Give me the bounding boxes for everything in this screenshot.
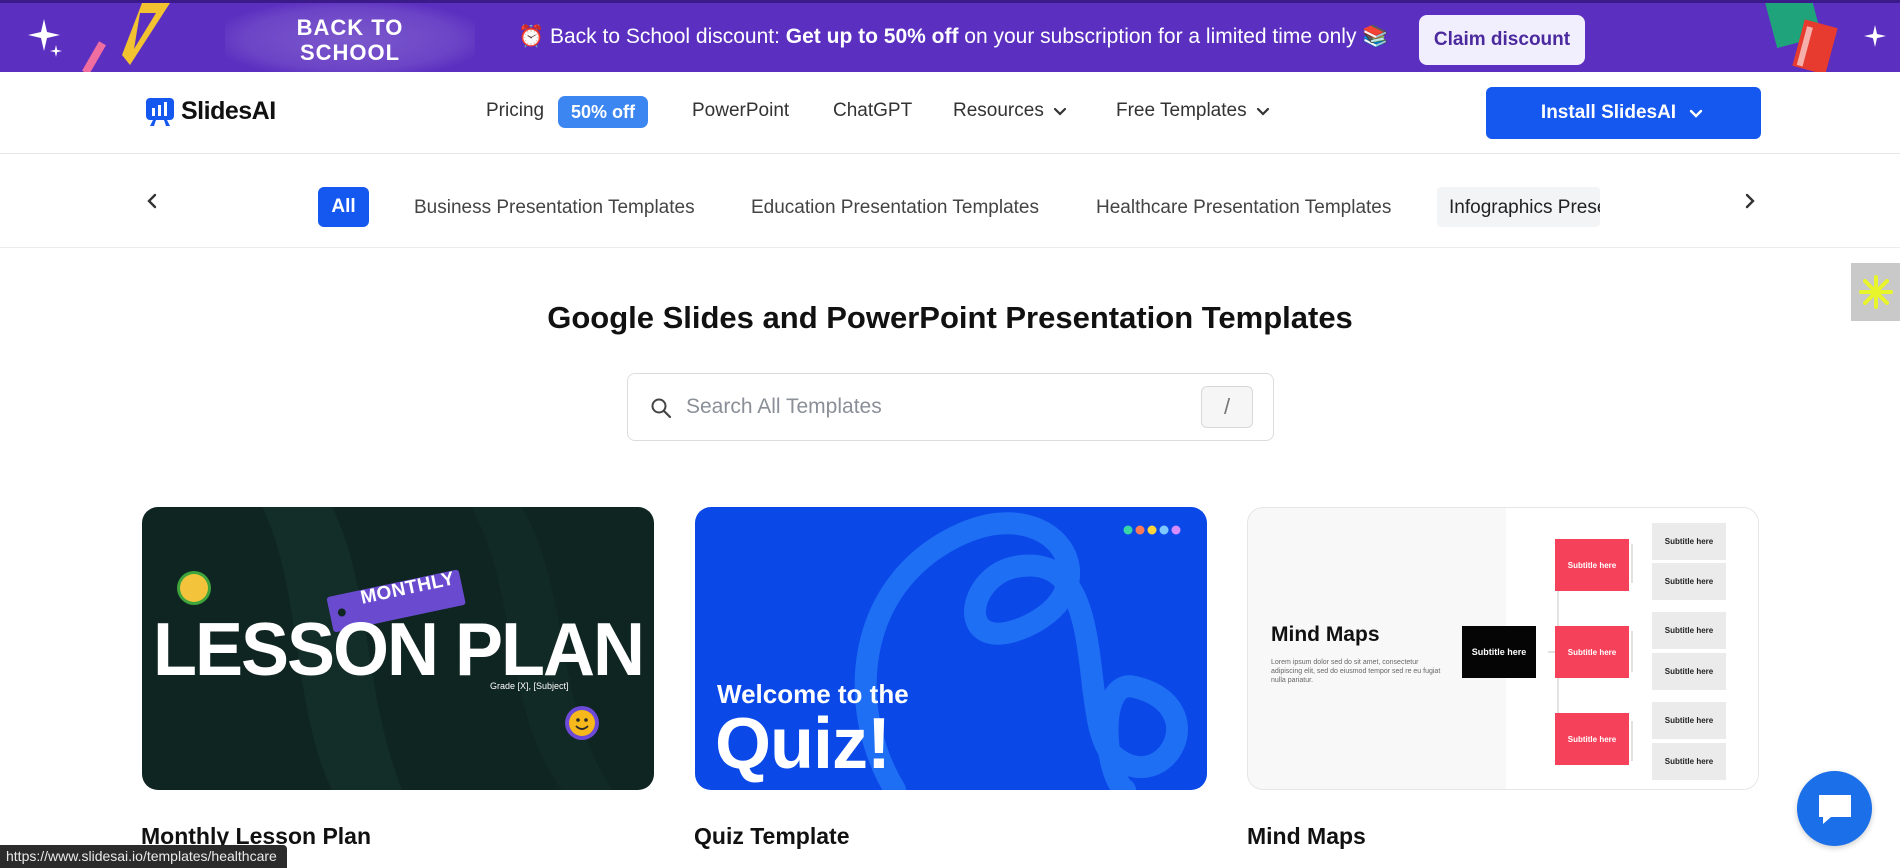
pricing-discount-badge[interactable]: 50% off [558, 96, 648, 128]
tab-business[interactable]: Business Presentation Templates [414, 197, 695, 219]
nav-resources[interactable]: Resources [953, 100, 1070, 122]
lesson-subtitle: Grade [X], [Subject] [490, 681, 569, 691]
logo-text: SlidesAI [181, 96, 276, 125]
tab-healthcare[interactable]: Healthcare Presentation Templates [1096, 197, 1391, 219]
mind-map-center-node: Subtitle here [1462, 626, 1536, 678]
mind-map-leaf-node: Subtitle here [1652, 612, 1726, 649]
search-input[interactable] [686, 392, 1186, 422]
template-title-quiz[interactable]: Quiz Template [694, 823, 850, 850]
mind-map-branch-node: Subtitle here [1555, 626, 1629, 678]
scroll-right-button[interactable] [1736, 188, 1762, 214]
nav-free-templates-label: Free Templates [1116, 100, 1247, 121]
category-tabs: All Business Presentation Templates Educ… [0, 154, 1900, 248]
chevron-left-icon [147, 193, 157, 209]
page-title: Google Slides and PowerPoint Presentatio… [547, 300, 1353, 335]
lesson-headline: LESSON PLAN [152, 608, 645, 692]
slidesai-logo[interactable]: SlidesAI [145, 96, 276, 126]
template-card-mind-maps[interactable]: Mind Maps Lorem ipsum dolor sed do sit a… [1247, 507, 1759, 790]
template-title-mind-maps[interactable]: Mind Maps [1247, 823, 1366, 850]
mind-map-heading: Mind Maps [1271, 623, 1380, 646]
accessibility-widget[interactable] [1851, 263, 1900, 321]
search-shortcut-key: / [1201, 386, 1253, 428]
mind-map-leaf-node: Subtitle here [1652, 523, 1726, 560]
mind-map-leaf-node: Subtitle here [1652, 563, 1726, 600]
promo-banner: BACK TO SCHOOL ⏰ Back to School discount… [0, 0, 1900, 72]
nav-powerpoint[interactable]: PowerPoint [692, 100, 789, 122]
books-icon [1764, 3, 1838, 72]
nav-free-templates[interactable]: Free Templates [1116, 100, 1273, 122]
site-header: SlidesAI Pricing 50% off PowerPoint Chat… [0, 72, 1900, 154]
tab-infographics-label: Infographics Presentation Templates [1449, 197, 1600, 218]
claim-discount-button[interactable]: Claim discount [1419, 15, 1585, 65]
back-to-school-text: BACK TO SCHOOL [296, 15, 404, 65]
nav-pricing[interactable]: Pricing [486, 100, 544, 122]
scroll-left-button[interactable] [140, 188, 166, 214]
promo-text: ⏰ Back to School discount: Get up to 50%… [518, 25, 1389, 48]
install-slidesai-button[interactable]: Install SlidesAI [1486, 87, 1761, 139]
ruler-pencil-icon [82, 3, 170, 72]
mind-map-body: Lorem ipsum dolor sed do sit amet, conse… [1271, 659, 1441, 684]
mind-map-branch-node: Subtitle here [1555, 539, 1629, 591]
logo-icon [146, 98, 174, 126]
mind-map-branch-node: Subtitle here [1555, 713, 1629, 765]
chat-button[interactable] [1797, 771, 1872, 846]
install-label: Install SlidesAI [1540, 102, 1677, 123]
mind-map-leaf-node: Subtitle here [1652, 653, 1726, 690]
nav-resources-label: Resources [953, 100, 1044, 121]
asterisk-icon [1858, 275, 1893, 309]
sparkle-icon [50, 45, 62, 57]
search-box: / [627, 373, 1274, 441]
template-card-quiz[interactable]: Welcome to the Quiz! [695, 507, 1207, 790]
quiz-line-2: Quiz! [715, 704, 891, 784]
chevron-down-icon [1053, 107, 1066, 116]
tab-all[interactable]: All [318, 187, 369, 227]
nav-chatgpt[interactable]: ChatGPT [833, 100, 912, 122]
sparkle-icon [1864, 25, 1886, 47]
status-bar-url: https://www.slidesai.io/templates/health… [0, 845, 287, 868]
chat-bubble-icon [1818, 794, 1851, 824]
mind-map-leaf-node: Subtitle here [1652, 743, 1726, 780]
template-card-lesson-plan[interactable]: MONTHLY LESSON PLAN Grade [X], [Subject] [142, 507, 654, 790]
tab-infographics[interactable]: Infographics Presentation Templates [1437, 187, 1600, 227]
mind-map-leaf-node: Subtitle here [1652, 702, 1726, 739]
chevron-down-icon [1689, 109, 1703, 118]
tab-education[interactable]: Education Presentation Templates [751, 197, 1039, 219]
chevron-right-icon [1745, 193, 1755, 209]
search-icon [651, 398, 672, 419]
chevron-down-icon [1256, 107, 1269, 116]
